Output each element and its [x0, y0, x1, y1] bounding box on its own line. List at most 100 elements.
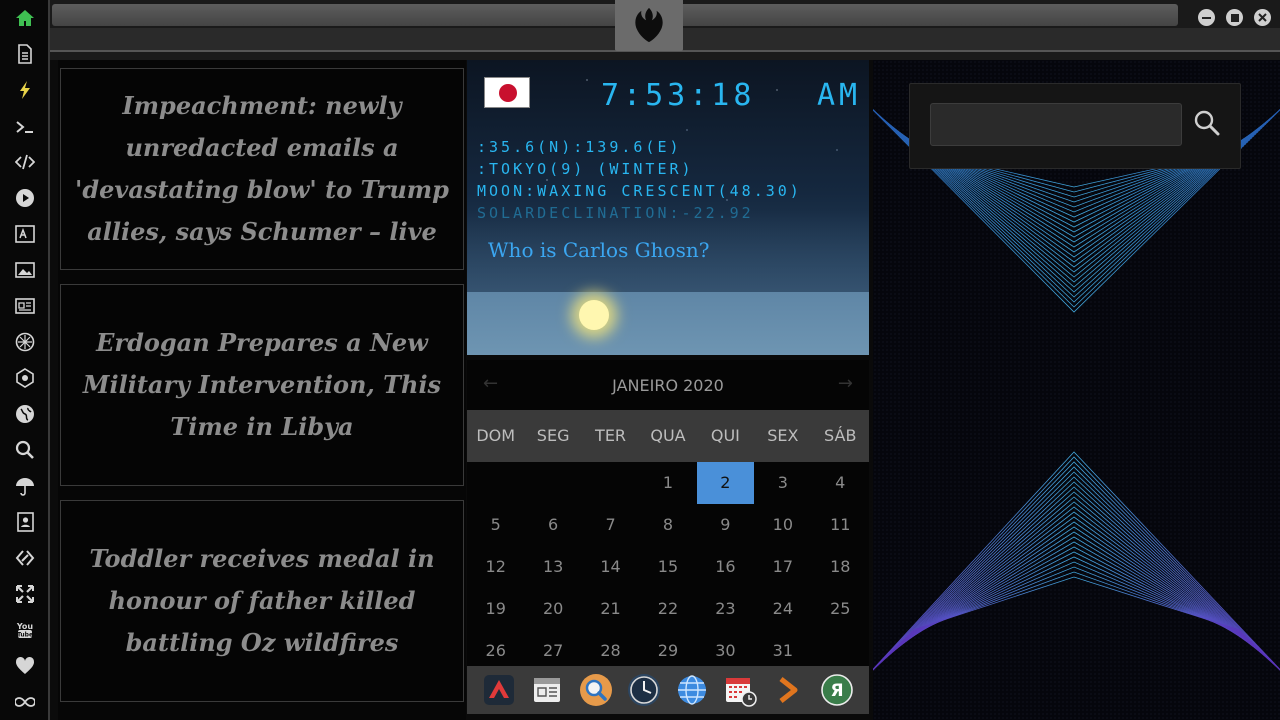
bolt-icon[interactable]	[12, 78, 38, 102]
magnifier-icon	[1194, 110, 1220, 136]
clock-ampm: AM	[817, 78, 862, 113]
calendar-day[interactable]: 1	[639, 462, 696, 504]
world-clock-widget: 7:53:18 AM :35.6(N):139.6(E) :TOKYO(9) (…	[467, 60, 869, 355]
calendar-day	[812, 630, 869, 666]
document-icon[interactable]	[12, 42, 38, 66]
sun-icon	[579, 300, 609, 330]
clock-app-icon[interactable]	[627, 673, 661, 707]
expand-icon[interactable]	[12, 582, 38, 606]
calendar-day[interactable]: 7	[582, 504, 639, 546]
calendar-day[interactable]: 21	[582, 588, 639, 630]
play-icon[interactable]	[12, 186, 38, 210]
calendar-day[interactable]: 18	[812, 546, 869, 588]
calendar-week: 12 13 14 15 16 17 18	[467, 546, 869, 588]
news-card[interactable]: Impeachment: newly unredacted emails a '…	[60, 68, 464, 270]
calendar-notes-icon[interactable]	[530, 673, 564, 707]
calendar-day[interactable]: 28	[582, 630, 639, 666]
red-triangle-app-icon[interactable]	[482, 673, 516, 707]
calendar-day[interactable]: 24	[754, 588, 811, 630]
next-month-icon[interactable]: →	[838, 373, 853, 394]
calendar-day[interactable]: 8	[639, 504, 696, 546]
weekday: SÁB	[824, 426, 857, 445]
search-widget	[909, 83, 1241, 169]
rebel-alliance-icon[interactable]	[12, 330, 38, 354]
prev-month-icon[interactable]: ←	[483, 373, 498, 394]
clock-coords: :35.6(N):139.6(E)	[477, 138, 682, 156]
clock-location: :TOKYO(9) (WINTER)	[477, 160, 694, 178]
forward-arrow-icon[interactable]	[772, 673, 806, 707]
image-icon[interactable]	[12, 258, 38, 282]
calendar-day[interactable]: 10	[754, 504, 811, 546]
search-app-icon[interactable]	[579, 673, 613, 707]
search-button[interactable]	[1190, 106, 1224, 140]
translate-icon[interactable]	[12, 222, 38, 246]
web-browser-icon[interactable]	[675, 673, 709, 707]
terminal-icon[interactable]	[12, 115, 38, 139]
close-button[interactable]	[1254, 9, 1271, 26]
minimize-button[interactable]	[1198, 9, 1215, 26]
calendar-day[interactable]: 20	[524, 588, 581, 630]
calendar-day[interactable]: 23	[697, 588, 754, 630]
calendar-day[interactable]: 4	[812, 462, 869, 504]
youtube-icon[interactable]: You Tube	[12, 618, 38, 642]
trending-question[interactable]: Who is Carlos Ghosn?	[488, 238, 709, 262]
calendar-day[interactable]: 25	[812, 588, 869, 630]
calendar-day[interactable]: 13	[524, 546, 581, 588]
sea	[467, 292, 869, 355]
calendar-day[interactable]: 11	[812, 504, 869, 546]
news-icon[interactable]	[12, 294, 38, 318]
calendar-day[interactable]: 22	[639, 588, 696, 630]
calendar-day[interactable]: 5	[467, 504, 524, 546]
umbrella-icon[interactable]	[12, 474, 38, 498]
calendar-app-icon[interactable]	[723, 673, 758, 707]
globe-icon[interactable]	[12, 402, 38, 426]
code-icon[interactable]	[12, 150, 38, 174]
news-headline[interactable]: Toddler receives medal in honour of fath…	[71, 538, 453, 664]
close-icon	[1258, 13, 1267, 22]
calendar-month: JANEIRO 2020	[612, 375, 724, 395]
calendar-day[interactable]: 15	[639, 546, 696, 588]
clock-solar: SOLARDECLINATION:-22.92	[477, 204, 754, 222]
clock-moon: MOON:WAXING CRESCENT(48.30)	[477, 182, 802, 200]
calendar-day[interactable]: 29	[639, 630, 696, 666]
news-headline[interactable]: Erdogan Prepares a New Military Interven…	[71, 322, 453, 448]
calendar-day[interactable]: 16	[697, 546, 754, 588]
news-panel: Impeachment: newly unredacted emails a '…	[58, 60, 466, 720]
clock-time: 7:53:18	[601, 78, 756, 113]
infinity-icon[interactable]	[12, 690, 38, 714]
search-input[interactable]	[930, 103, 1182, 146]
calendar-day	[524, 462, 581, 504]
calendar-day[interactable]: 31	[754, 630, 811, 666]
calendar-day[interactable]: 9	[697, 504, 754, 546]
search-icon[interactable]	[12, 438, 38, 462]
calendar-day[interactable]: 27	[524, 630, 581, 666]
news-card[interactable]: Toddler receives medal in honour of fath…	[60, 500, 464, 702]
svg-text:Tube: Tube	[17, 632, 33, 639]
contacts-icon[interactable]	[12, 510, 38, 534]
calendar-week: 1234	[467, 462, 869, 504]
link-icon[interactable]	[12, 546, 38, 570]
news-card[interactable]: Erdogan Prepares a New Military Interven…	[60, 284, 464, 486]
calendar-day[interactable]: 17	[754, 546, 811, 588]
calendar-day[interactable]: 3	[754, 462, 811, 504]
calendar-week: 5 6 7 8 9 10 11	[467, 504, 869, 546]
weekday: QUI	[710, 426, 740, 445]
calendar-day-today[interactable]: 2	[696, 462, 755, 504]
home-icon[interactable]	[12, 6, 38, 30]
weekday: SEX	[767, 426, 799, 445]
calendar-day[interactable]: 12	[467, 546, 524, 588]
calendar-day[interactable]: 30	[697, 630, 754, 666]
calendar-day[interactable]: 26	[467, 630, 524, 666]
calendar-grid: 1 2 3 4 5 6 7 8 9 10 11 12 13 14 15 16 17 18 19 20 21 22 23 24 2…	[467, 462, 869, 666]
yandex-icon[interactable]: Я	[820, 673, 854, 707]
top-bar	[50, 0, 1280, 60]
empire-icon[interactable]	[12, 366, 38, 390]
rebel-tab[interactable]	[615, 0, 683, 51]
svg-text:Я: Я	[830, 681, 843, 701]
news-headline[interactable]: Impeachment: newly unredacted emails a '…	[71, 85, 453, 253]
calendar-day[interactable]: 14	[582, 546, 639, 588]
heart-icon[interactable]	[12, 654, 38, 678]
calendar-day[interactable]: 19	[467, 588, 524, 630]
calendar-day[interactable]: 6	[524, 504, 581, 546]
maximize-button[interactable]	[1226, 9, 1243, 26]
